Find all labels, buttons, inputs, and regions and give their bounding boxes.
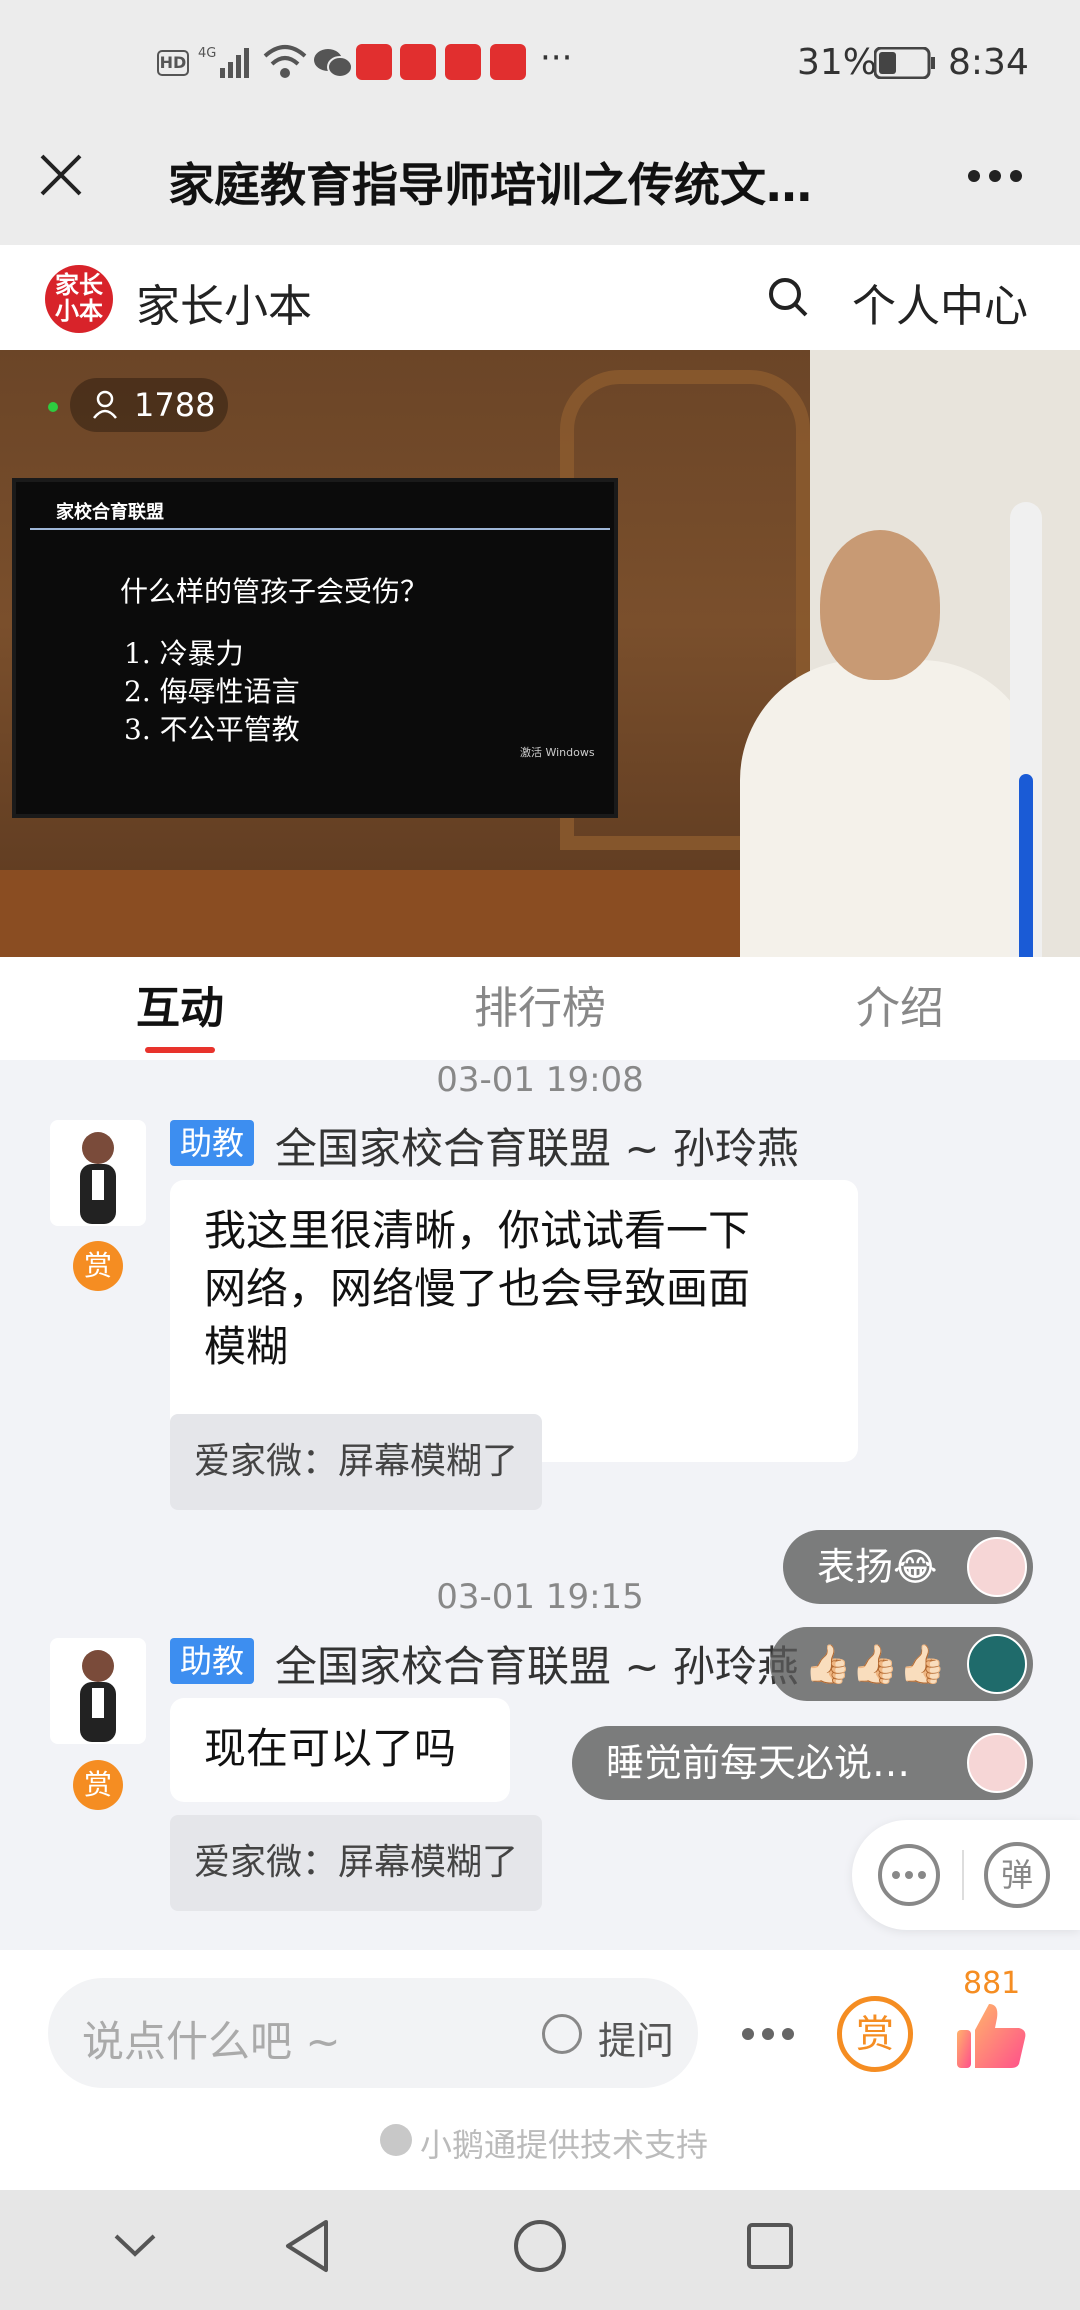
danmaku-avatar bbox=[967, 1733, 1027, 1793]
tab-bar: 互动 排行榜 介绍 bbox=[0, 957, 1080, 1060]
reward-badge[interactable]: 赏 bbox=[73, 1241, 123, 1291]
danmaku-avatar bbox=[967, 1537, 1027, 1597]
slide-item: 2. 侮辱性语言 bbox=[124, 675, 300, 708]
reward-button[interactable]: 赏 bbox=[837, 1996, 913, 2072]
app-notify-icon bbox=[445, 44, 481, 80]
more-options-icon[interactable] bbox=[965, 167, 1025, 185]
danmaku-toggle-button[interactable]: 弹 bbox=[984, 1842, 1050, 1908]
danmaku-control-pill: 弹 bbox=[852, 1820, 1080, 1930]
message-line: 现在可以了吗 bbox=[204, 1724, 457, 1773]
video-progress-track[interactable] bbox=[1010, 502, 1042, 957]
comment-input[interactable]: 说点什么吧 ~ 提问 bbox=[48, 1978, 698, 2088]
danmaku-bubble: 睡觉前每天必说… bbox=[572, 1726, 1033, 1800]
presenter-body bbox=[740, 660, 1040, 957]
input-bar: 说点什么吧 ~ 提问 赏 881 小鹅通提供技术支持 bbox=[0, 1950, 1080, 2190]
danmaku-bubble: 👍🏻👍🏻👍🏻 bbox=[770, 1627, 1033, 1701]
app-name: 家长小本 bbox=[136, 281, 312, 332]
app-header: 家长 小本 家长小本 个人中心 bbox=[0, 245, 1080, 350]
battery-percent: 31% bbox=[797, 42, 878, 83]
message-line: 模糊 bbox=[204, 1322, 289, 1371]
close-icon[interactable] bbox=[36, 150, 86, 200]
slide-question: 什么样的管孩子会受伤？ bbox=[120, 575, 429, 608]
live-video-player[interactable]: 家校合育联盟 什么样的管孩子会受伤？ 1. 冷暴力 2. 侮辱性语言 3. 不公… bbox=[0, 350, 1080, 957]
app-notify-icon bbox=[490, 44, 526, 80]
clock: 8:34 bbox=[948, 42, 1029, 83]
tab-introduction[interactable]: 介绍 bbox=[815, 957, 985, 1060]
quoted-message[interactable]: 爱家微：屏幕模糊了 bbox=[170, 1815, 543, 1911]
book-notify-icon bbox=[400, 44, 436, 80]
battery-icon bbox=[873, 46, 936, 80]
tab-leaderboard[interactable]: 排行榜 bbox=[455, 957, 625, 1060]
svg-text:4G: 4G bbox=[198, 46, 216, 61]
danmaku-bubble: 表扬😂 bbox=[783, 1530, 1033, 1604]
more-icon[interactable] bbox=[740, 2026, 796, 2042]
app-logo[interactable]: 家长 小本 bbox=[45, 265, 113, 333]
home-icon[interactable] bbox=[512, 2218, 568, 2274]
danmaku-text: 👍🏻👍🏻👍🏻 bbox=[804, 1642, 946, 1686]
active-tab-underline bbox=[145, 1047, 215, 1053]
wechat-icon bbox=[313, 46, 353, 80]
app-notify-icon bbox=[356, 44, 392, 80]
danmaku-text: 睡觉前每天必说… bbox=[606, 1741, 911, 1785]
windows-watermark: 激活 Windows bbox=[520, 746, 595, 759]
chevron-down-icon[interactable] bbox=[112, 2230, 158, 2260]
ask-question-radio[interactable] bbox=[542, 2014, 582, 2054]
message-bubble[interactable]: 现在可以了吗 bbox=[170, 1698, 510, 1802]
title-bar: 家庭教育指导师培训之传统文… bbox=[0, 125, 1080, 245]
tv-divider bbox=[30, 528, 610, 530]
viewer-count-pill: 1788 bbox=[70, 378, 228, 432]
wifi-icon bbox=[262, 42, 308, 82]
tech-support-text: 小鹅通提供技术支持 bbox=[420, 2126, 709, 2164]
quoted-message[interactable]: 爱家微：屏幕模糊了 bbox=[170, 1414, 543, 1510]
personal-center-link[interactable]: 个人中心 bbox=[852, 270, 1028, 334]
tv-screen: 家校合育联盟 什么样的管孩子会受伤？ 1. 冷暴力 2. 侮辱性语言 3. 不公… bbox=[12, 478, 618, 818]
slide-item: 3. 不公平管教 bbox=[124, 713, 300, 746]
recents-icon[interactable] bbox=[746, 2222, 794, 2270]
status-bar: HD 4G ··· 31% 8:34 bbox=[0, 0, 1080, 125]
viewer-count: 1788 bbox=[134, 386, 216, 424]
comment-icon[interactable] bbox=[876, 1842, 942, 1908]
danmaku-avatar bbox=[967, 1634, 1027, 1694]
reward-badge[interactable]: 赏 bbox=[73, 1760, 123, 1810]
presenter-head bbox=[820, 530, 940, 680]
hd-icon: HD bbox=[157, 50, 189, 76]
tv-brand: 家校合育联盟 bbox=[56, 502, 164, 523]
search-icon[interactable] bbox=[766, 275, 810, 319]
signal-icon: 4G bbox=[198, 44, 250, 80]
assistant-badge: 助教 bbox=[170, 1638, 255, 1684]
pill-divider bbox=[962, 1850, 964, 1900]
chat-area[interactable]: 03-01 19:08 赏 助教 全国家校合育联盟 ~ 孙玲燕 我这里很清晰，你… bbox=[0, 1060, 1080, 1950]
video-progress-fill bbox=[1019, 774, 1033, 957]
message-line: 我这里很清晰，你试试看一下 bbox=[204, 1206, 751, 1255]
slide-item: 1. 冷暴力 bbox=[124, 637, 244, 670]
message-timestamp: 03-01 19:08 bbox=[436, 1060, 644, 1100]
system-nav-bar bbox=[0, 2190, 1080, 2310]
sender-name: 全国家校合育联盟 ~ 孙玲燕 bbox=[275, 1124, 799, 1173]
back-icon[interactable] bbox=[282, 2218, 332, 2274]
status-more: ··· bbox=[540, 38, 573, 78]
tab-interaction[interactable]: 互动 bbox=[95, 957, 265, 1060]
assistant-badge: 助教 bbox=[170, 1120, 255, 1166]
message-line: 网络，网络慢了也会导致画面 bbox=[204, 1264, 751, 1313]
like-icon[interactable] bbox=[955, 2000, 1027, 2072]
page-title: 家庭教育指导师培训之传统文… bbox=[168, 158, 812, 212]
desk-decor bbox=[0, 870, 760, 957]
tech-support-icon bbox=[380, 2124, 412, 2156]
ask-question-label[interactable]: 提问 bbox=[598, 2010, 674, 2065]
avatar[interactable] bbox=[50, 1120, 146, 1226]
viewers-icon bbox=[92, 390, 122, 420]
like-count: 881 bbox=[963, 1966, 1021, 2001]
sender-name: 全国家校合育联盟 ~ 孙玲燕 bbox=[275, 1642, 799, 1691]
danmaku-text: 表扬😂 bbox=[817, 1545, 938, 1589]
comment-placeholder: 说点什么吧 ~ bbox=[82, 2017, 341, 2066]
live-dot bbox=[48, 402, 58, 412]
avatar[interactable] bbox=[50, 1638, 146, 1744]
